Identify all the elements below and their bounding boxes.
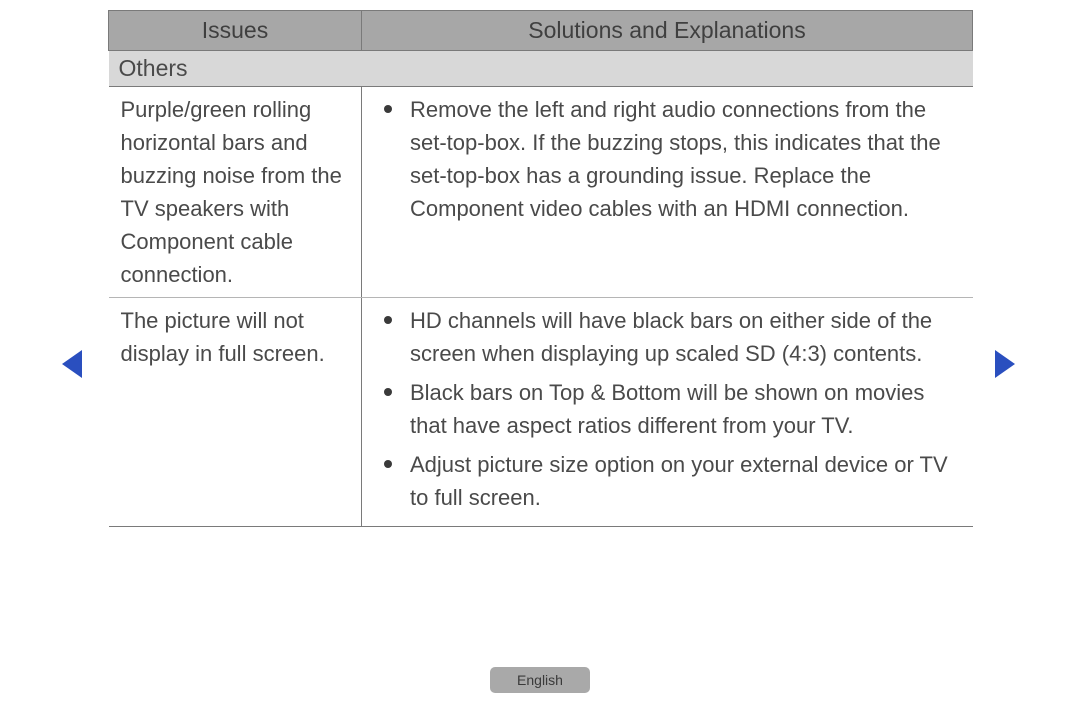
solution-bullet: Adjust picture size option on your exter… xyxy=(396,448,961,514)
table-row: Purple/green rolling horizontal bars and… xyxy=(109,87,973,298)
issue-cell: The picture will not display in full scr… xyxy=(109,298,362,527)
solution-bullet: Black bars on Top & Bottom will be shown… xyxy=(396,376,961,442)
section-header: Others xyxy=(109,51,973,87)
column-header-issues: Issues xyxy=(109,11,362,51)
column-header-solutions: Solutions and Explanations xyxy=(362,11,973,51)
chevron-left-icon xyxy=(62,350,82,378)
issue-cell: Purple/green rolling horizontal bars and… xyxy=(109,87,362,298)
solution-bullet: HD channels will have black bars on eith… xyxy=(396,304,961,370)
prev-page-arrow[interactable] xyxy=(62,350,82,378)
language-badge: English xyxy=(490,667,590,693)
table-row: The picture will not display in full scr… xyxy=(109,298,973,527)
troubleshooting-table: Issues Solutions and Explanations Others… xyxy=(108,10,973,527)
solution-cell: HD channels will have black bars on eith… xyxy=(362,298,973,527)
troubleshooting-table-container: Issues Solutions and Explanations Others… xyxy=(108,10,972,527)
next-page-arrow[interactable] xyxy=(995,350,1015,378)
solution-bullet: Remove the left and right audio connecti… xyxy=(396,93,961,225)
chevron-right-icon xyxy=(995,350,1015,378)
solution-cell: Remove the left and right audio connecti… xyxy=(362,87,973,298)
